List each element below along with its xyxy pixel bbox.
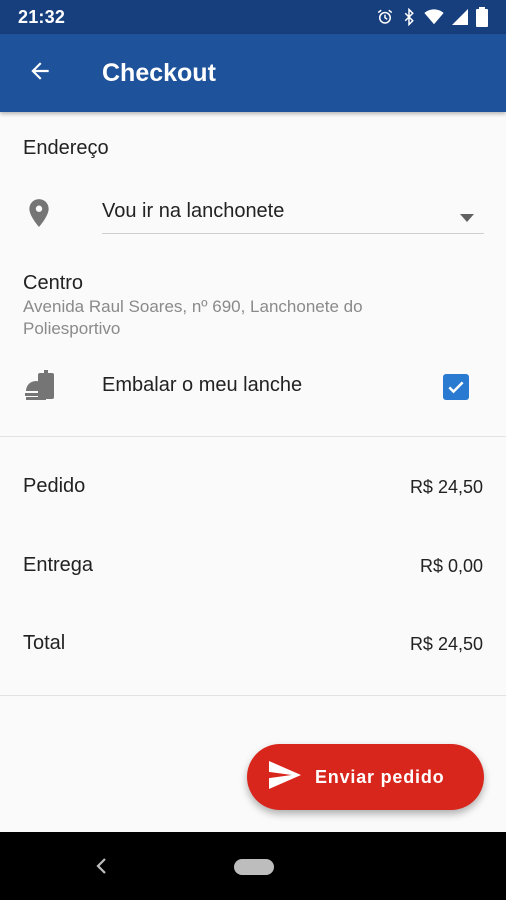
alarm-icon — [376, 8, 394, 26]
signal-icon — [452, 9, 468, 25]
summary-value: R$ 24,50 — [409, 477, 483, 497]
summary-row-order: Pedido R$ 24,50 — [0, 473, 506, 503]
summary-value: R$ 24,50 — [409, 634, 483, 654]
nav-back-icon[interactable] — [95, 857, 109, 880]
status-time: 21:32 — [18, 6, 66, 27]
pickup-option-dropdown[interactable]: Vou ir na lanchonete — [102, 190, 484, 234]
status-icons — [376, 7, 488, 27]
address-section-title: Endereço — [23, 137, 109, 159]
page-title: Checkout — [102, 58, 216, 87]
divider — [0, 695, 506, 696]
summary-value: R$ 0,00 — [419, 556, 483, 576]
pack-lunch-label: Embalar o meu lanche — [102, 374, 303, 396]
back-button[interactable] — [10, 43, 70, 103]
location-pin-icon — [26, 198, 52, 233]
divider — [0, 436, 506, 437]
summary-label: Total — [23, 632, 66, 654]
nav-home-pill[interactable] — [234, 859, 274, 875]
dropdown-selected-value: Vou ir na lanchonete — [102, 200, 285, 222]
summary-label: Entrega — [23, 554, 94, 576]
pack-lunch-row[interactable]: Embalar o meu lanche — [0, 367, 506, 407]
summary-label: Pedido — [23, 475, 86, 497]
address-selector-row: Vou ir na lanchonete — [0, 184, 506, 248]
summary-row-total: Total R$ 24,50 — [0, 630, 506, 660]
place-name: Centro — [23, 272, 84, 294]
dropdown-arrow-icon — [460, 209, 474, 227]
send-icon — [269, 760, 301, 794]
arrow-back-icon — [27, 58, 53, 89]
system-nav-bar — [0, 832, 506, 900]
pack-lunch-checkbox[interactable] — [443, 374, 469, 400]
place-address: Avenida Raul Soares, nº 690, Lanchonete … — [23, 297, 363, 338]
send-order-button[interactable]: Enviar pedido — [247, 744, 484, 810]
status-bar: 21:32 — [0, 0, 506, 34]
takeaway-bag-icon — [24, 369, 58, 408]
battery-icon — [476, 7, 488, 27]
app-bar: Checkout — [0, 34, 506, 112]
bluetooth-icon — [402, 8, 416, 26]
wifi-icon — [424, 9, 444, 25]
send-order-label: Enviar pedido — [315, 766, 445, 787]
summary-row-delivery: Entrega R$ 0,00 — [0, 552, 506, 582]
checkout-content: Endereço Vou ir na lanchonete Centro Ave… — [0, 112, 506, 832]
